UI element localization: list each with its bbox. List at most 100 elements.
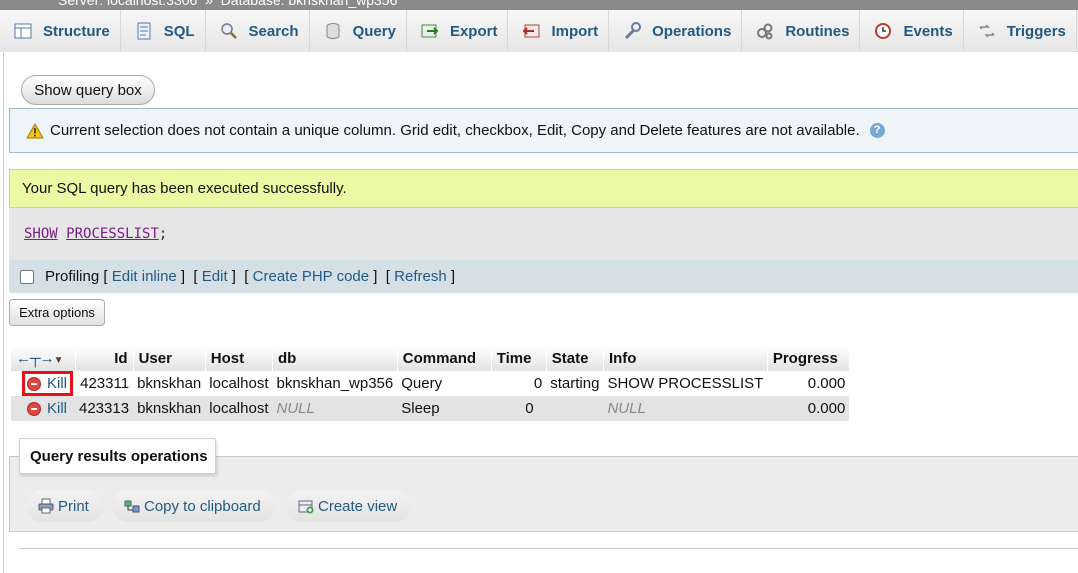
structure-icon — [14, 22, 32, 40]
export-icon — [421, 22, 439, 40]
cell-time: 0 — [491, 371, 547, 396]
left-border — [3, 0, 4, 573]
edit-inline-link[interactable]: Edit inline — [112, 268, 177, 285]
tab-export[interactable]: Export — [406, 10, 509, 52]
cell-db: NULL — [272, 396, 398, 421]
cell-db: bknskhan_wp356 — [272, 371, 398, 396]
cell-state — [546, 396, 604, 421]
column-header-state[interactable]: State — [546, 346, 604, 371]
column-header-id[interactable]: Id — [75, 346, 134, 371]
edit-link[interactable]: Edit — [202, 268, 228, 285]
table-row: Kill 423313 bknskhan localhost NULL Slee… — [11, 396, 850, 421]
copy-to-clipboard-button[interactable]: Copy to clipboard — [112, 490, 275, 522]
create-view-label: Create view — [318, 497, 398, 515]
profiling-checkbox[interactable] — [20, 269, 34, 284]
kill-link[interactable]: Kill — [25, 399, 70, 418]
tab-search-label: Search — [248, 22, 299, 40]
clipboard-icon — [124, 498, 140, 514]
query-icon — [324, 22, 342, 40]
stop-icon — [27, 401, 41, 416]
tab-query[interactable]: Query — [309, 10, 407, 52]
print-button[interactable]: Print — [26, 490, 103, 522]
cell-user: bknskhan — [133, 371, 206, 396]
kill-link[interactable]: Kill — [21, 371, 74, 396]
tab-export-label: Export — [449, 22, 498, 40]
column-header-command[interactable]: Command — [397, 346, 492, 371]
show-query-box-button[interactable]: Show query box — [21, 75, 155, 105]
tab-events[interactable]: Events — [860, 10, 964, 52]
tab-sql-label: SQL — [163, 22, 195, 40]
tab-search[interactable]: Search — [205, 10, 310, 52]
breadcrumb: Server: localhost:3306 » Database: bknsk… — [0, 0, 1078, 10]
bottom-divider — [19, 548, 1078, 549]
column-header-host[interactable]: Host — [205, 346, 273, 371]
table-row: Kill 423311 bknskhan localhost bknskhan_… — [11, 371, 850, 396]
routines-icon — [756, 22, 774, 40]
unique-column-notice: Current selection does not contain a uni… — [9, 108, 1078, 153]
printer-icon — [38, 498, 54, 514]
action-cell: Kill — [11, 371, 75, 396]
cell-id: 423311 — [75, 371, 134, 396]
tab-triggers[interactable]: Triggers — [963, 10, 1077, 52]
tab-routines-label: Routines — [785, 22, 850, 40]
tab-routines[interactable]: Routines — [742, 10, 861, 52]
tab-import-label: Import — [551, 22, 599, 40]
create-view-icon — [298, 498, 314, 514]
sql-query-display: SHOW PROCESSLIST; — [9, 208, 1078, 260]
process-list-table: ←┬→▼ Id User Host db Command Time State … — [11, 346, 850, 421]
search-icon — [220, 22, 238, 40]
dropdown-arrow-icon[interactable]: ▼ — [54, 355, 64, 366]
stop-icon — [27, 376, 41, 391]
help-icon[interactable]: ? — [869, 123, 885, 138]
sql-keyword-show[interactable]: SHOW — [24, 226, 58, 242]
sql-keyword-processlist[interactable]: PROCESSLIST — [66, 226, 159, 242]
cell-progress: 0.000 — [767, 396, 850, 421]
column-arrows-icon[interactable]: ←┬→ — [16, 350, 55, 367]
tab-query-label: Query — [352, 22, 396, 40]
tab-operations-label: Operations — [652, 22, 732, 40]
refresh-link[interactable]: Refresh — [394, 268, 447, 285]
cell-user: bknskhan — [133, 396, 206, 421]
column-toggle-header[interactable]: ←┬→▼ — [11, 346, 76, 371]
kill-label: Kill — [47, 375, 68, 392]
cell-info: NULL — [603, 396, 768, 421]
query-links-bar: Profiling [ Edit inline ] [ Edit ] [ Cre… — [9, 260, 1078, 293]
breadcrumb-database[interactable]: Database: bknskhan_wp356 — [221, 0, 398, 8]
action-cell: Kill — [11, 396, 75, 421]
column-header-user[interactable]: User — [133, 346, 206, 371]
cell-state: starting — [546, 371, 604, 396]
tab-sql[interactable]: SQL — [120, 10, 206, 52]
cell-time: 0 — [491, 396, 547, 421]
print-label: Print — [58, 497, 89, 515]
create-php-code-link[interactable]: Create PHP code — [253, 268, 369, 285]
tab-structure[interactable]: Structure — [0, 10, 121, 52]
triggers-icon — [978, 22, 996, 40]
query-results-operations-title: Query results operations — [19, 438, 216, 474]
tab-events-label: Events — [903, 22, 953, 40]
notice-text: Current selection does not contain a uni… — [50, 122, 860, 139]
cell-id: 423313 — [75, 396, 134, 421]
tab-operations[interactable]: Operations — [609, 10, 743, 52]
column-header-progress[interactable]: Progress — [767, 346, 850, 371]
create-view-button[interactable]: Create view — [286, 490, 412, 522]
tab-triggers-label: Triggers — [1006, 22, 1066, 40]
column-header-info[interactable]: Info — [603, 346, 768, 371]
sql-icon — [135, 22, 153, 40]
import-icon — [522, 22, 540, 40]
breadcrumb-server[interactable]: Server: localhost:3306 — [58, 0, 197, 8]
sql-terminator: ; — [158, 226, 168, 242]
profiling-label: Profiling — [45, 268, 100, 285]
copy-label: Copy to clipboard — [144, 497, 261, 515]
column-header-db[interactable]: db — [272, 346, 398, 371]
cell-info: SHOW PROCESSLIST — [603, 371, 768, 396]
extra-options-button[interactable]: Extra options — [9, 299, 105, 326]
warning-icon — [26, 122, 44, 139]
success-message: Your SQL query has been executed success… — [9, 169, 1078, 208]
cell-host: localhost — [205, 371, 273, 396]
cell-command: Query — [397, 371, 492, 396]
kill-label: Kill — [47, 400, 68, 417]
wrench-icon — [623, 22, 642, 40]
cell-host: localhost — [205, 396, 273, 421]
column-header-time[interactable]: Time — [491, 346, 547, 371]
tab-import[interactable]: Import — [508, 10, 610, 52]
